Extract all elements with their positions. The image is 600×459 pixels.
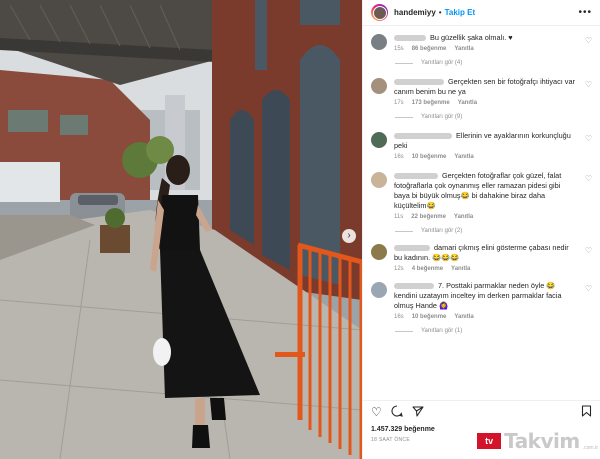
comment-like-heart-icon[interactable]: ♡: [585, 80, 592, 89]
view-replies-label: Yanıtları gör (4): [421, 60, 463, 66]
reply-button[interactable]: Yanıtla: [458, 100, 477, 106]
reply-button[interactable]: Yanıtla: [454, 154, 473, 160]
blurred-username[interactable]: [394, 35, 426, 42]
view-replies-label: Yanıtları gör (9): [421, 114, 463, 120]
comment-avatar[interactable]: [371, 282, 387, 298]
comments-list[interactable]: Bu güzellik şaka olmalı. ♥ 15s 86 beğenm…: [363, 27, 600, 397]
comment-item: Bu güzellik şaka olmalı. ♥ 15s 86 beğenm…: [371, 33, 592, 52]
view-replies-label: Yanıtları gör (1): [421, 328, 463, 334]
share-icon-svg: [412, 405, 424, 417]
street-photo-illustration: [0, 0, 362, 459]
post-photo[interactable]: ›: [0, 0, 362, 459]
reply-button[interactable]: Yanıtla: [454, 46, 473, 52]
replies-line: [395, 62, 413, 64]
comment-like-heart-icon[interactable]: ♡: [585, 284, 592, 293]
comment-likes[interactable]: 173 beğenme: [412, 100, 450, 106]
comment-item: Gerçekten sen bir fotoğrafçı ihtiyacı va…: [371, 77, 592, 106]
like-count[interactable]: 1.457.329 beğenme: [371, 426, 435, 433]
comment-likes[interactable]: 22 beğenme: [411, 214, 446, 220]
avatar[interactable]: [371, 4, 388, 21]
comment-item: Ellerinin ve ayaklarının korkunçluğu pek…: [371, 131, 592, 160]
post-actions: ♡: [363, 400, 600, 422]
comment-item: Gerçekten fotoğraflar çok güzel, falat f…: [371, 171, 592, 220]
replies-line: [395, 230, 413, 232]
comment-time: 16s: [394, 154, 404, 160]
comment-likes[interactable]: 4 beğenme: [412, 266, 443, 272]
replies-line: [395, 330, 413, 332]
view-replies-label: Yanıtları gör (2): [421, 228, 463, 234]
comment-item: 7. Posttaki parmaklar neden öyle 😂 kendi…: [371, 281, 592, 320]
watermark-logo-box: tv: [477, 433, 502, 449]
blurred-username[interactable]: [394, 245, 430, 252]
comment-time: 16s: [394, 314, 404, 320]
comment-likes[interactable]: 86 beğenme: [412, 46, 447, 52]
chevron-right-icon: ›: [347, 230, 351, 241]
watermark-brand: Takvim: [504, 429, 580, 453]
username-link[interactable]: handemiyy: [394, 8, 436, 17]
comment-time: 11s: [394, 214, 404, 220]
blurred-username[interactable]: [394, 133, 452, 140]
view-replies[interactable]: Yanıtları gör (2): [395, 228, 592, 234]
view-replies[interactable]: Yanıtları gör (1): [395, 328, 592, 334]
bookmark-icon[interactable]: [581, 404, 592, 419]
post-header: handemiyy • Takip Et •••: [363, 0, 600, 26]
heart-icon[interactable]: ♡: [371, 406, 382, 418]
blurred-username[interactable]: [394, 173, 438, 180]
comment-likes[interactable]: 10 beğenme: [412, 154, 447, 160]
takvim-watermark: tv Takvim .com.tr: [477, 429, 598, 453]
comment-text: Bu güzellik şaka olmalı.: [430, 33, 507, 42]
comment-avatar[interactable]: [371, 172, 387, 188]
carousel-next-button[interactable]: ›: [342, 229, 356, 243]
reply-button[interactable]: Yanıtla: [454, 314, 473, 320]
share-icon[interactable]: [412, 405, 424, 419]
comment-icon-svg: [391, 404, 403, 417]
separator-dot: •: [438, 8, 442, 17]
comment-like-heart-icon[interactable]: ♡: [585, 36, 592, 45]
reply-button[interactable]: Yanıtla: [451, 266, 470, 272]
avatar-image: [372, 5, 387, 20]
blurred-username[interactable]: [394, 79, 444, 86]
comment-avatar[interactable]: [371, 78, 387, 94]
view-replies[interactable]: Yanıtları gör (9): [395, 114, 592, 120]
view-replies[interactable]: Yanıtları gör (4): [395, 60, 592, 66]
bookmark-icon-svg: [581, 404, 592, 417]
comment-avatar[interactable]: [371, 244, 387, 260]
blurred-username[interactable]: [394, 283, 434, 290]
replies-line: [395, 116, 413, 118]
comment-avatar[interactable]: [371, 132, 387, 148]
post-time: 18 SAAT ÖNCE: [371, 437, 410, 443]
comment-like-heart-icon[interactable]: ♡: [585, 246, 592, 255]
comment-avatar[interactable]: [371, 34, 387, 50]
more-icon[interactable]: •••: [578, 7, 592, 18]
comment-time: 12s: [394, 266, 404, 272]
comment-like-heart-icon[interactable]: ♡: [585, 174, 592, 183]
reply-button[interactable]: Yanıtla: [454, 214, 473, 220]
comment-item: damari çıkmış elini gösterme çabası nedi…: [371, 243, 592, 272]
watermark-suffix: .com.tr: [582, 445, 598, 451]
comment-time: 15s: [394, 46, 404, 52]
comment-time: 17s: [394, 100, 404, 106]
comment-icon[interactable]: [391, 404, 403, 419]
follow-button[interactable]: Takip Et: [445, 8, 476, 17]
comment-likes[interactable]: 10 beğenme: [412, 314, 447, 320]
heart-emoji: ♥: [508, 33, 513, 42]
comment-like-heart-icon[interactable]: ♡: [585, 134, 592, 143]
post-sidebar: handemiyy • Takip Et ••• Bu güzellik şak…: [362, 0, 600, 459]
